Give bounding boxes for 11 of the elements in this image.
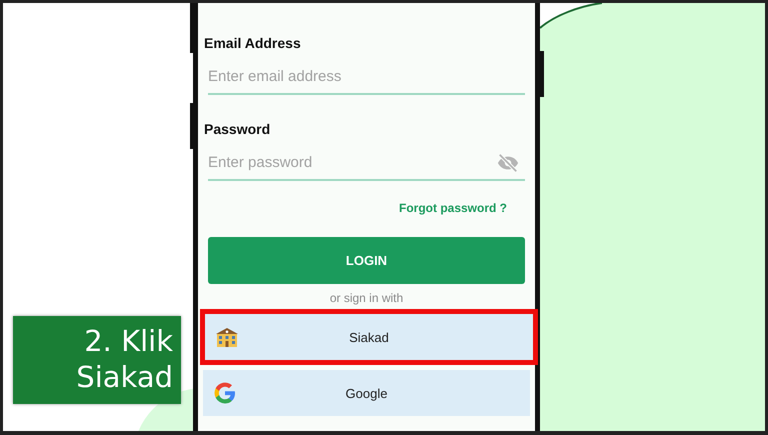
field-label: Password [204, 121, 272, 137]
divider-text: or sign in with [330, 291, 404, 305]
email-field[interactable]: Enter email address [208, 59, 525, 95]
google-g-icon [213, 381, 237, 405]
sign-in-button[interactable]: Siakad [205, 314, 533, 360]
building-icon [215, 325, 239, 349]
eye-slash-icon[interactable] [497, 152, 519, 174]
sign-in-button[interactable]: Google [203, 370, 530, 416]
login-button[interactable]: LOGIN [208, 237, 525, 284]
step-caption: 2. Klik Siakad [13, 316, 181, 404]
field-label: Email Address [204, 35, 302, 51]
